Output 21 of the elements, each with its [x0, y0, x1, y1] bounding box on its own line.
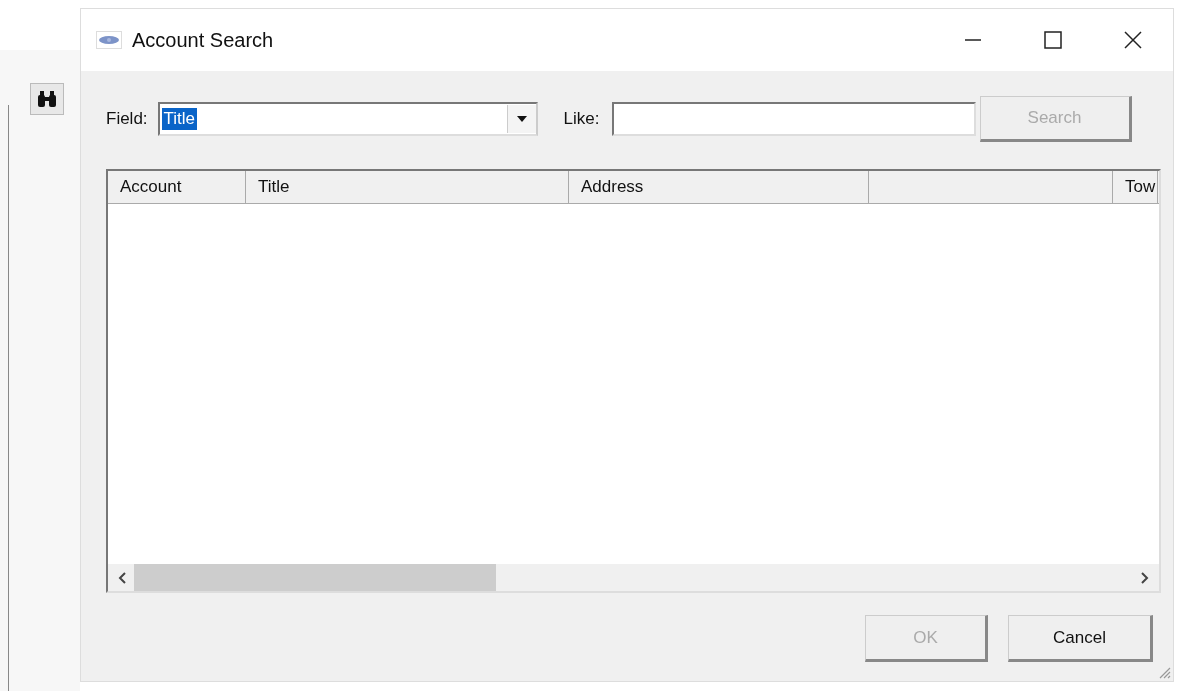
binoculars-icon: [37, 90, 57, 108]
column-header[interactable]: Tow: [1113, 171, 1158, 203]
scroll-thumb[interactable]: [134, 564, 496, 591]
eye-icon: [96, 31, 122, 49]
scroll-left-icon[interactable]: [118, 571, 128, 584]
resize-grip-icon[interactable]: [1157, 665, 1171, 679]
column-header[interactable]: Address: [569, 171, 869, 203]
binoculars-button[interactable]: [30, 83, 64, 115]
close-icon[interactable]: [1123, 30, 1143, 50]
column-header[interactable]: Title: [246, 171, 569, 203]
window-title: Account Search: [132, 28, 274, 52]
column-header[interactable]: Account: [108, 171, 246, 203]
dialog-button[interactable]: Cancel: [1008, 615, 1153, 662]
like-input-field[interactable]: [611, 102, 976, 136]
scroll-right-icon[interactable]: [1139, 571, 1149, 584]
caret-icon: [516, 116, 527, 122]
maximize-icon[interactable]: [1043, 30, 1063, 50]
field-dropdown[interactable]: Title: [157, 102, 538, 136]
field-label: Field:: [106, 109, 148, 129]
like-label: Like:: [563, 109, 600, 129]
horizontal-scrollbar[interactable]: [108, 564, 1159, 591]
